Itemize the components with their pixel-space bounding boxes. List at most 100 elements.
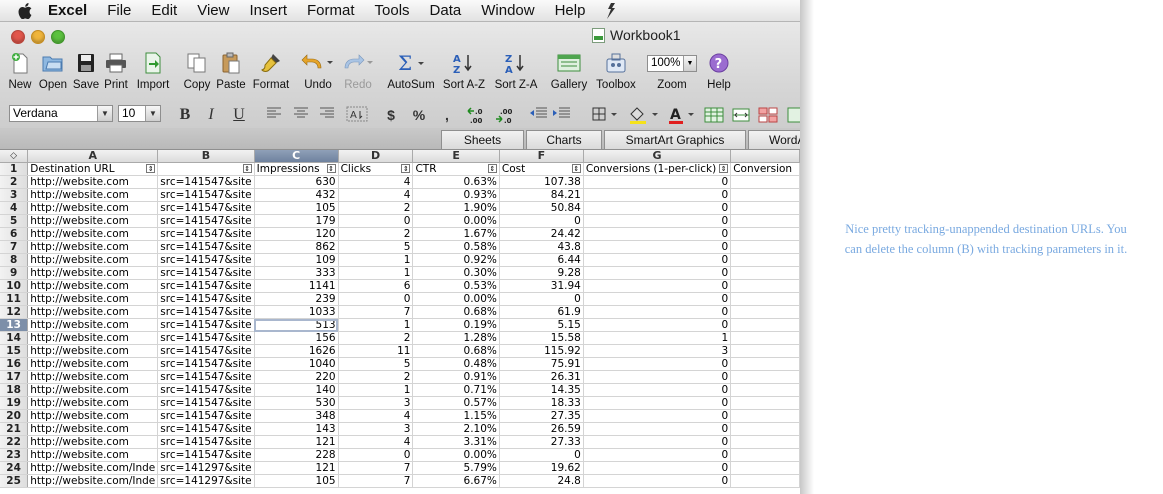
table-cell[interactable]: 1.67% <box>412 227 500 241</box>
table-cell[interactable]: 5.79% <box>412 461 500 475</box>
table-cell[interactable]: 115.92 <box>499 344 584 358</box>
table-cell[interactable]: src=141547&site <box>157 331 255 345</box>
table-cell[interactable]: 27.35 <box>499 409 584 423</box>
table-cell[interactable]: http://website.com <box>27 448 159 462</box>
table-cell[interactable]: 24.8 <box>499 474 584 488</box>
table-cell[interactable]: 43.8 <box>499 240 584 254</box>
table-cell[interactable] <box>730 357 800 371</box>
zoom-select[interactable]: 100% ▼ <box>647 54 697 72</box>
table-cell[interactable]: src=141547&site <box>157 253 255 267</box>
menu-edit[interactable]: Edit <box>151 2 177 19</box>
header-cell-destination-url[interactable]: Destination URL ⇕ <box>27 162 159 176</box>
table-cell[interactable]: src=141547&site <box>157 227 255 241</box>
menu-app-excel[interactable]: Excel <box>48 2 87 19</box>
table-cell[interactable]: 7 <box>338 461 414 475</box>
header-cell-tracking[interactable]: ⇕ <box>157 162 255 176</box>
table-cell[interactable]: http://website.com <box>27 409 159 423</box>
table-cell[interactable]: 0.19% <box>412 318 500 332</box>
table-cell[interactable]: 0 <box>583 409 732 423</box>
underline-button[interactable]: U <box>231 106 247 124</box>
table-cell[interactable]: 1141 <box>254 279 339 293</box>
row-header[interactable]: 22 <box>0 435 29 449</box>
table-cell[interactable]: 9.28 <box>499 266 584 280</box>
table-cell[interactable] <box>730 266 800 280</box>
column-header-f[interactable]: F <box>499 150 584 163</box>
table-cell[interactable]: 105 <box>254 474 339 488</box>
redo-button[interactable]: Redo <box>334 50 382 91</box>
table-cell[interactable] <box>730 240 800 254</box>
tab-wordart[interactable]: WordArt <box>748 130 800 149</box>
column-header-g[interactable]: G <box>583 150 732 163</box>
italic-button[interactable]: I <box>203 106 219 124</box>
table-cell[interactable]: http://website.com <box>27 370 159 384</box>
table-cell[interactable]: 0.68% <box>412 344 500 358</box>
table-cell[interactable] <box>730 383 800 397</box>
table-cell[interactable]: 0 <box>338 448 414 462</box>
tab-smartart-graphics[interactable]: SmartArt Graphics <box>604 130 746 149</box>
table-cell[interactable]: http://website.com/Inde <box>27 474 159 488</box>
column-header-c[interactable]: C <box>254 150 339 163</box>
table-cell[interactable]: 14.35 <box>499 383 584 397</box>
table-cell[interactable]: 120 <box>254 227 339 241</box>
table-cell[interactable]: 3 <box>338 422 414 436</box>
row-header[interactable]: 13 <box>0 318 29 332</box>
row-header[interactable]: 24 <box>0 461 29 475</box>
table-cell[interactable]: 432 <box>254 188 339 202</box>
table-cell[interactable]: 0 <box>338 214 414 228</box>
table-cell[interactable]: http://website.com <box>27 383 159 397</box>
font-color-button[interactable]: A <box>667 106 697 124</box>
menu-file[interactable]: File <box>107 2 131 19</box>
table-cell[interactable]: 75.91 <box>499 357 584 371</box>
table-cell[interactable]: 0 <box>583 461 732 475</box>
bold-button[interactable]: B <box>177 106 193 124</box>
table-cell[interactable] <box>730 292 800 306</box>
table-cell[interactable]: 0 <box>583 383 732 397</box>
column-header-e[interactable]: E <box>412 150 500 163</box>
table-cell[interactable]: src=141547&site <box>157 175 255 189</box>
row-header[interactable]: 14 <box>0 331 29 345</box>
table-cell[interactable]: src=141547&site <box>157 383 255 397</box>
currency-button[interactable]: $ <box>384 106 398 124</box>
wrap-text-button[interactable]: A <box>346 106 368 124</box>
row-header[interactable]: 6 <box>0 227 29 241</box>
table-cell[interactable] <box>730 422 800 436</box>
table-cell[interactable]: src=141547&site <box>157 188 255 202</box>
table-cell[interactable]: 0 <box>583 266 732 280</box>
table-cell[interactable]: 50.84 <box>499 201 584 215</box>
percent-button[interactable]: % <box>411 106 427 124</box>
table-cell[interactable]: http://website.com <box>27 422 159 436</box>
table-cell[interactable]: 0 <box>499 292 584 306</box>
table-cell[interactable]: 2 <box>338 331 414 345</box>
table-cell[interactable]: src=141547&site <box>157 409 255 423</box>
table-cell[interactable]: 0 <box>583 292 732 306</box>
table-cell[interactable] <box>730 253 800 267</box>
filter-dropdown-icon[interactable]: ⇕ <box>242 164 252 173</box>
table-cell[interactable]: 2.10% <box>412 422 500 436</box>
table-cell[interactable]: src=141547&site <box>157 318 255 332</box>
table-cell[interactable]: src=141547&site <box>157 201 255 215</box>
row-header[interactable]: 25 <box>0 474 29 488</box>
menu-data[interactable]: Data <box>430 2 462 19</box>
table-cell[interactable]: http://website.com <box>27 292 159 306</box>
borders-button[interactable] <box>591 106 621 124</box>
header-cell-conversion[interactable]: Conversion <box>730 162 800 176</box>
row-header[interactable]: 16 <box>0 357 29 371</box>
table-cell[interactable]: http://website.com <box>27 357 159 371</box>
table-cell[interactable]: 0 <box>583 253 732 267</box>
table-cell[interactable]: src=141297&site <box>157 474 255 488</box>
table-cell[interactable]: 2 <box>338 201 414 215</box>
table-cell[interactable]: 1033 <box>254 305 339 319</box>
table-cell[interactable]: 26.31 <box>499 370 584 384</box>
row-header[interactable]: 20 <box>0 409 29 423</box>
table-cell[interactable]: 4 <box>338 175 414 189</box>
table-cell[interactable]: 1626 <box>254 344 339 358</box>
table-cell[interactable]: 228 <box>254 448 339 462</box>
table-cell[interactable]: 0 <box>499 448 584 462</box>
table-cell[interactable]: 220 <box>254 370 339 384</box>
row-header[interactable]: 9 <box>0 266 29 280</box>
filter-dropdown-icon[interactable]: ⇕ <box>719 164 729 173</box>
row-header[interactable]: 11 <box>0 292 29 306</box>
increase-indent-button[interactable] <box>551 106 571 124</box>
table-cell[interactable]: 0.00% <box>412 292 500 306</box>
table-cell[interactable]: 0 <box>338 292 414 306</box>
